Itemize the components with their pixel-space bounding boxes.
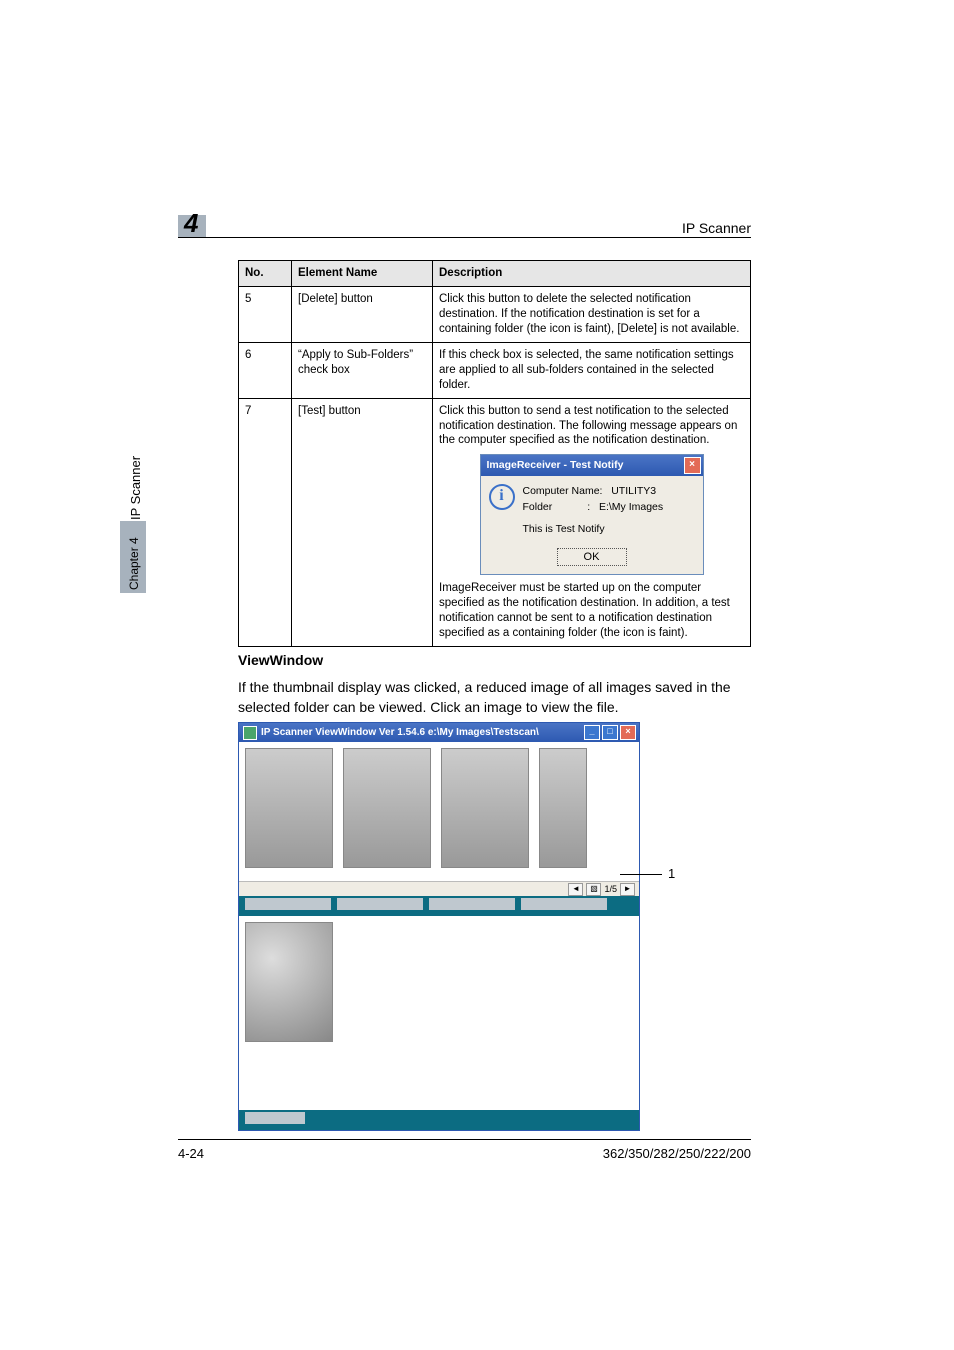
- cell-no: 6: [239, 342, 292, 398]
- ok-button[interactable]: OK: [557, 548, 627, 566]
- thumbnail-strip: [239, 742, 639, 882]
- side-label-scanner: IP Scanner: [128, 456, 143, 520]
- next-page-icon[interactable]: ►: [620, 883, 635, 896]
- filmstrip-bar: [239, 896, 639, 916]
- table-row: 6 “Apply to Sub-Folders” check box If th…: [239, 342, 751, 398]
- filmstrip-bar-lower: [239, 1110, 639, 1130]
- cell-name: [Delete] button: [292, 286, 433, 342]
- thumbnail-image[interactable]: [441, 748, 529, 868]
- thumbnail-image[interactable]: [245, 748, 333, 868]
- maximize-icon[interactable]: □: [602, 725, 618, 740]
- viewwindow-title-text: IP Scanner ViewWindow Ver 1.54.6 e:\My I…: [261, 727, 539, 738]
- dialog-folder-value: E:\My Images: [599, 501, 663, 513]
- section-body: If the thumbnail display was clicked, a …: [238, 678, 751, 718]
- cell-desc: If this check box is selected, the same …: [433, 342, 751, 398]
- header-title: IP Scanner: [682, 220, 751, 236]
- thumbnail-pager: ◄ ▧ 1/5 ►: [239, 882, 639, 896]
- cell-name: [Test] button: [292, 398, 433, 646]
- footer-page-number: 4-24: [178, 1146, 204, 1161]
- dialog-title-text: ImageReceiver - Test Notify: [487, 459, 624, 473]
- cell-no: 7: [239, 398, 292, 646]
- filmstrip-thumb[interactable]: [245, 1112, 305, 1124]
- col-header-desc: Description: [433, 261, 751, 287]
- side-label-chapter: Chapter 4: [127, 537, 141, 590]
- cell-desc-pre: Click this button to send a test notific…: [439, 404, 744, 449]
- cell-name: “Apply to Sub-Folders” check box: [292, 342, 433, 398]
- app-icon: [243, 726, 257, 740]
- col-header-name: Element Name: [292, 261, 433, 287]
- cell-desc: Click this button to delete the selected…: [433, 286, 751, 342]
- cell-no: 5: [239, 286, 292, 342]
- filmstrip-thumb[interactable]: [245, 898, 331, 910]
- page-indicator: 1/5: [604, 884, 617, 894]
- dialog-computer-value: UTILITY3: [611, 485, 656, 497]
- filmstrip-thumb[interactable]: [429, 898, 515, 910]
- preview-image[interactable]: [245, 922, 333, 1042]
- close-icon[interactable]: ×: [620, 725, 636, 740]
- footer-model-list: 362/350/282/250/222/200: [603, 1146, 751, 1161]
- dialog-message: This is Test Notify: [523, 522, 664, 538]
- viewwindow-titlebar: IP Scanner ViewWindow Ver 1.54.6 e:\My I…: [239, 723, 639, 742]
- close-icon[interactable]: ×: [684, 457, 701, 474]
- table-row: 7 [Test] button Click this button to sen…: [239, 398, 751, 646]
- section-heading-viewwindow: ViewWindow: [238, 652, 323, 668]
- dialog-computer-label: Computer Name:: [523, 485, 603, 497]
- col-header-no: No.: [239, 261, 292, 287]
- thumbnail-image[interactable]: [343, 748, 431, 868]
- dialog-body-text: Computer Name: UTILITY3 Folder : E:\My I…: [523, 484, 664, 537]
- test-notify-dialog: ImageReceiver - Test Notify × i Computer…: [480, 454, 704, 575]
- thumbnail-image[interactable]: [539, 748, 587, 868]
- chapter-number: 4: [184, 208, 198, 239]
- pager-handle-icon[interactable]: ▧: [586, 883, 601, 896]
- filmstrip-thumb[interactable]: [521, 898, 607, 910]
- cell-desc: Click this button to send a test notific…: [433, 398, 751, 646]
- footer-rule: [178, 1139, 751, 1140]
- callout-number-1: 1: [668, 866, 675, 881]
- table-row: 5 [Delete] button Click this button to d…: [239, 286, 751, 342]
- info-icon: i: [489, 484, 515, 510]
- callout-leader: [620, 874, 662, 875]
- cell-desc-post: ImageReceiver must be started up on the …: [439, 581, 744, 641]
- dialog-titlebar: ImageReceiver - Test Notify ×: [481, 455, 703, 476]
- filmstrip-thumb[interactable]: [337, 898, 423, 910]
- minimize-icon[interactable]: _: [584, 725, 600, 740]
- preview-area: [239, 916, 639, 1110]
- prev-page-icon[interactable]: ◄: [568, 883, 583, 896]
- elements-table: No. Element Name Description 5 [Delete] …: [238, 260, 751, 647]
- header-rule: [178, 237, 751, 238]
- viewwindow-app: IP Scanner ViewWindow Ver 1.54.6 e:\My I…: [238, 722, 640, 1131]
- dialog-folder-label: Folder :: [523, 501, 591, 513]
